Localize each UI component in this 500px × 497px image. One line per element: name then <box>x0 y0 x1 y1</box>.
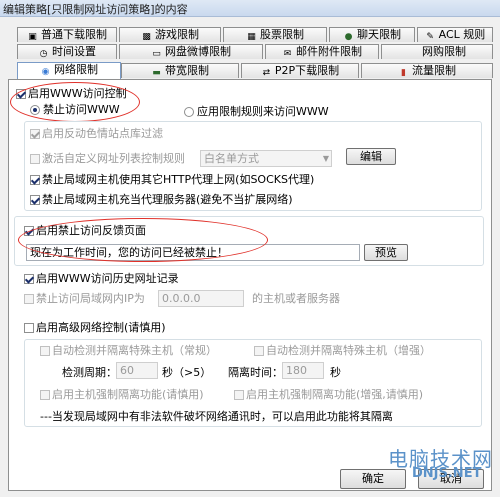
advanced-checkbox[interactable] <box>24 323 34 333</box>
isolation-label: 隔离时间： <box>228 366 283 379</box>
force-isolate-checkbox[interactable] <box>40 390 50 400</box>
block-ip-suffix: 的主机或者服务器 <box>252 292 340 305</box>
auto-detect-enhanced-checkbox[interactable] <box>254 346 264 356</box>
auto-detect-normal-row[interactable]: 自动检测并隔离特殊主机（常规） <box>40 344 217 357</box>
cloud-icon: ▭ <box>152 49 161 59</box>
game-icon: ▩ <box>142 32 151 42</box>
isolation-input[interactable]: 180 <box>282 362 324 379</box>
tab-acl-rules[interactable]: ✎ ACL 规则 <box>417 27 493 42</box>
clock-icon: ◷ <box>39 49 48 59</box>
tab-download-limit[interactable]: ▣ 普通下载限制 <box>17 27 117 42</box>
radio-rules-www-row[interactable]: 应用限制规则来访问WWW <box>184 105 329 118</box>
period-label: 检测周期： <box>62 366 117 379</box>
isolation-unit: 秒 <box>330 366 341 379</box>
tab-time-settings[interactable]: ◷ 时间设置 <box>17 44 117 59</box>
tab-traffic[interactable]: ▮ 流量限制 <box>361 63 493 78</box>
chat-icon: ● <box>344 32 353 42</box>
feedback-checkbox-row[interactable]: 启用禁止访问反馈页面 <box>24 224 146 237</box>
www-control-checkbox-row[interactable]: 启用WWW访问控制 <box>16 87 127 100</box>
block-proxy-server-checkbox[interactable] <box>30 195 40 205</box>
feedback-message-input[interactable]: 现在为工作时间，您的访问已经被禁止！ <box>26 244 360 261</box>
acl-icon: ✎ <box>426 32 434 42</box>
watermark-url: DNJS.NET <box>412 466 482 481</box>
auto-detect-enhanced-row[interactable]: 自动检测并隔离特殊主机（增强） <box>254 344 431 357</box>
ok-button[interactable]: 确定 <box>340 469 406 489</box>
traffic-icon: ▮ <box>401 68 406 78</box>
edit-button[interactable]: 编辑 <box>346 148 396 165</box>
porn-filter-row[interactable]: 启用反动色情站点库过滤 <box>30 127 163 140</box>
radio-rules-www[interactable] <box>184 107 194 117</box>
policy-editor-window: 编辑策略[只限制网址访问策略]的内容 ▣ 普通下载限制 ▩ 游戏限制 ▦ 股票限制 ●… <box>0 0 500 497</box>
p2p-icon: ⇄ <box>262 68 271 78</box>
block-ip-input[interactable]: 0.0.0.0 <box>158 290 244 307</box>
shop-icon <box>408 46 419 56</box>
tab-mail-attachment[interactable]: ✉ 邮件附件限制 <box>265 44 379 59</box>
title-bar: 编辑策略[只限制网址访问策略]的内容 <box>0 0 500 17</box>
force-isolate-row[interactable]: 启用主机强制隔离功能(请慎用) <box>40 388 204 401</box>
tab-cloud-weibo[interactable]: ▭ 网盘微博限制 <box>119 44 263 59</box>
history-checkbox-row[interactable]: 启用WWW访问历史网址记录 <box>24 272 179 285</box>
block-ip-checkbox[interactable] <box>24 294 34 304</box>
custom-list-checkbox[interactable] <box>30 154 40 164</box>
block-proxy-checkbox[interactable] <box>30 175 40 185</box>
history-checkbox[interactable] <box>24 274 34 284</box>
tab-game-limit[interactable]: ▩ 游戏限制 <box>119 27 221 42</box>
block-ip-row[interactable]: 禁止访问局域网内IP为 <box>24 292 145 305</box>
www-control-checkbox[interactable] <box>16 89 26 99</box>
tab-p2p-download[interactable]: ⇄ P2P下载限制 <box>241 63 359 78</box>
mail-icon: ✉ <box>283 49 292 59</box>
tab-bandwidth[interactable]: ▬ 带宽限制 <box>121 63 239 78</box>
tab-chat-limit[interactable]: ● 聊天限制 <box>329 27 415 42</box>
force-isolate-enhanced-row[interactable]: 启用主机强制隔离功能(增强,请慎用) <box>234 388 423 401</box>
auto-detect-normal-checkbox[interactable] <box>40 346 50 356</box>
period-input[interactable]: 60 <box>116 362 158 379</box>
tab-network-limit[interactable]: ◉ 网络限制 <box>17 62 121 79</box>
tab-stock-limit[interactable]: ▦ 股票限制 <box>223 27 327 42</box>
advanced-note: ---当发现局域网中有非法软件破坏网络通讯时，可以启用此功能将其隔离 <box>40 410 393 423</box>
feedback-checkbox[interactable] <box>24 226 34 236</box>
custom-list-row[interactable]: 激活自定义网址列表控制规则 <box>30 152 185 165</box>
radio-block-www[interactable] <box>30 105 40 115</box>
block-proxy-server-row[interactable]: 禁止局域网主机充当代理服务器(避免不当扩展网络) <box>30 193 293 206</box>
network-icon: ◉ <box>41 67 50 77</box>
radio-block-www-row[interactable]: 禁止访问WWW <box>30 103 120 116</box>
tab-shopping[interactable]: 网购限制 <box>381 44 493 59</box>
advanced-checkbox-row[interactable]: 启用高级网络控制(请慎用) <box>24 321 166 334</box>
period-unit: 秒（>5） <box>162 366 212 379</box>
preview-button[interactable]: 预览 <box>364 244 408 261</box>
download-icon: ▣ <box>28 32 37 42</box>
chevron-down-icon: ▼ <box>322 154 329 163</box>
whitelist-mode-select[interactable]: 白名单方式 ▼ <box>200 150 332 167</box>
block-proxy-row[interactable]: 禁止局域网主机使用其它HTTP代理上网(如SOCKS代理) <box>30 173 314 186</box>
window-title: 编辑策略[只限制网址访问策略]的内容 <box>3 3 188 16</box>
porn-filter-checkbox[interactable] <box>30 129 40 139</box>
bandwidth-icon: ▬ <box>152 68 161 78</box>
stock-icon: ▦ <box>247 32 256 42</box>
force-isolate-enhanced-checkbox[interactable] <box>234 390 244 400</box>
